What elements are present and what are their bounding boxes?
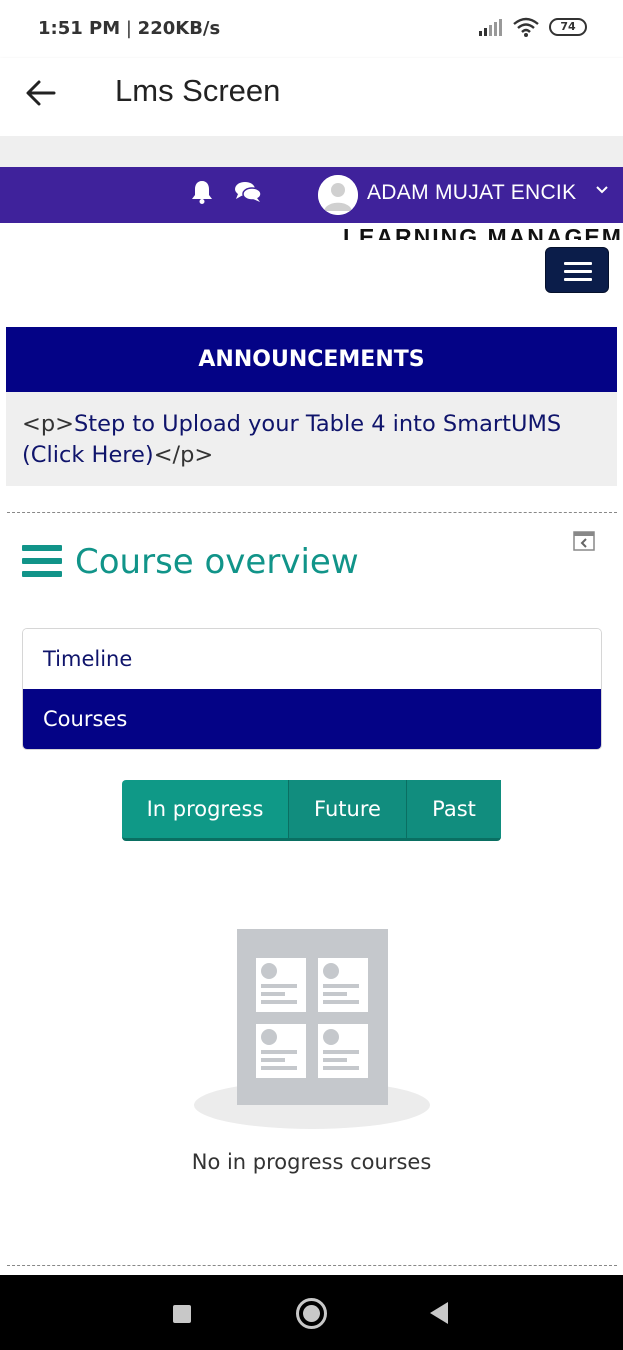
system-nav-bar — [0, 1275, 623, 1350]
spacer — [0, 136, 623, 167]
status-bar: 1:51 PM | 220KB/s 74 — [0, 0, 623, 58]
app-title: Lms Screen — [115, 73, 281, 108]
course-overview-tabs: Timeline Courses — [22, 628, 602, 750]
site-title: LEARNING MANAGEMENT S — [343, 224, 623, 240]
course-filter-group: In progress Future Past — [122, 780, 501, 841]
wifi-icon — [513, 17, 539, 37]
recents-square-icon[interactable] — [173, 1305, 191, 1323]
user-avatar-icon — [318, 175, 358, 215]
announcements-header: ANNOUNCEMENTS — [6, 327, 617, 392]
divider — [7, 512, 617, 513]
chat-icon[interactable] — [234, 180, 262, 204]
filter-past[interactable]: Past — [406, 780, 501, 838]
collapse-block-icon[interactable] — [573, 531, 595, 551]
user-name[interactable]: ADAM MUJAT ENCIK — [367, 181, 576, 205]
signal-icon — [479, 19, 502, 36]
announcement-link[interactable]: Step to Upload your Table 4 into SmartUM… — [22, 411, 561, 468]
status-time: 1:51 PM | 220KB/s — [38, 18, 221, 39]
no-courses-illustration — [194, 929, 430, 1129]
net-speed: 220KB/s — [137, 18, 221, 39]
app-bar: Lms Screen — [0, 58, 623, 136]
bell-icon[interactable] — [189, 179, 215, 205]
list-icon — [22, 545, 62, 577]
announcements-body: <p>Step to Upload your Table 4 into Smar… — [6, 392, 617, 486]
empty-state-message: No in progress courses — [191, 1150, 432, 1174]
course-overview-title: Course overview — [75, 542, 359, 582]
home-circle-icon[interactable] — [296, 1298, 327, 1329]
arrow-left-icon[interactable] — [24, 76, 58, 110]
back-triangle-icon[interactable] — [430, 1302, 448, 1324]
hamburger-menu-icon[interactable] — [545, 247, 609, 293]
battery-icon: 74 — [549, 18, 587, 36]
site-navbar: ADAM MUJAT ENCIK — [0, 167, 623, 223]
filter-future[interactable]: Future — [288, 780, 406, 838]
chevron-down-icon[interactable] — [595, 184, 609, 196]
divider — [7, 1265, 617, 1266]
avatar[interactable] — [318, 175, 358, 215]
tab-courses[interactable]: Courses — [23, 689, 601, 749]
tab-timeline[interactable]: Timeline — [23, 629, 601, 690]
filter-in-progress[interactable]: In progress — [122, 780, 288, 838]
